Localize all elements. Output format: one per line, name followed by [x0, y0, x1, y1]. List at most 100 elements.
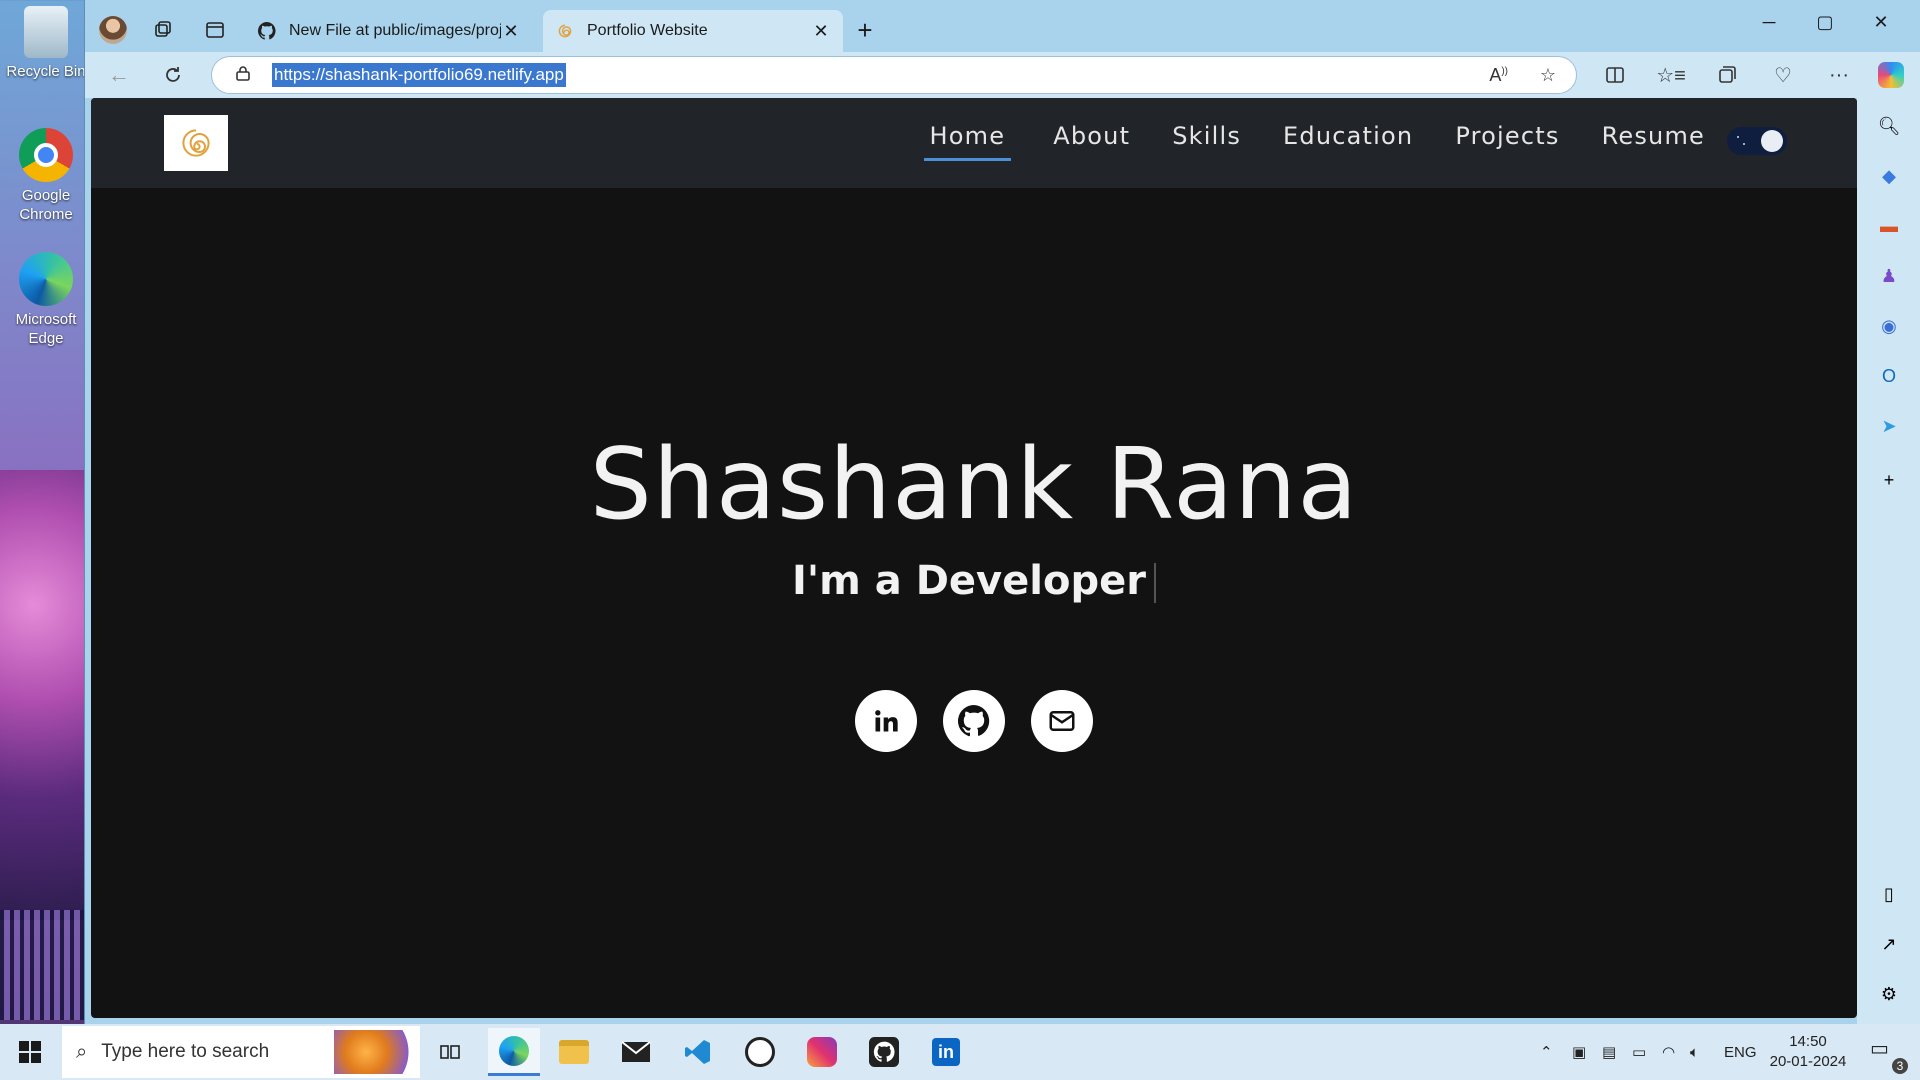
workspaces-icon[interactable] — [147, 14, 179, 46]
taskbar-linkedin[interactable]: in — [920, 1028, 972, 1076]
nav-links: Home About Skills Education Projects Res… — [882, 122, 1705, 161]
shopping-tag-icon[interactable]: ◆ — [1873, 160, 1905, 192]
title-bar: New File at public/images/projec ✕ Portf… — [85, 0, 1920, 60]
address-toolbar: ← https://shashank-portfolio69.netlify.a… — [85, 52, 1920, 98]
volume-icon[interactable]: 🔈︎ — [1690, 1024, 1699, 1080]
wifi-icon[interactable]: ◠ — [1662, 1024, 1675, 1080]
favorites-icon[interactable]: ☆≡ — [1655, 60, 1687, 90]
browser-window: New File at public/images/projec ✕ Portf… — [84, 0, 1920, 1024]
wallpaper-fence — [0, 910, 84, 1020]
clock-time: 14:50 — [1789, 1033, 1827, 1050]
taskbar-search[interactable]: ⌕ Type here to search — [62, 1026, 420, 1078]
github-icon — [958, 705, 990, 737]
taskbar-edge[interactable] — [488, 1028, 540, 1076]
task-view-icon[interactable] — [424, 1028, 476, 1076]
maximize-button[interactable]: ▢ — [1797, 8, 1853, 36]
meet-now-icon[interactable]: ▣ — [1572, 1024, 1586, 1080]
wallpaper-tree — [0, 470, 84, 920]
favorite-star-icon[interactable]: ☆ — [1540, 65, 1556, 86]
open-external-icon[interactable]: ↗ — [1873, 928, 1905, 960]
toggle-knob — [1761, 130, 1783, 152]
clock[interactable]: 14:50 20-01-2024 — [1760, 1032, 1856, 1072]
drop-icon[interactable]: ➤ — [1873, 410, 1905, 442]
read-aloud-icon[interactable]: A)) — [1489, 65, 1508, 86]
linkedin-icon: in — [932, 1038, 960, 1066]
search-icon: ⌕ — [76, 1040, 88, 1063]
site-logo-icon — [555, 21, 575, 41]
tab-portfolio[interactable]: Portfolio Website ✕ — [543, 10, 843, 52]
typing-cursor — [1153, 563, 1156, 603]
theme-toggle[interactable] — [1727, 127, 1787, 155]
search-icon[interactable]: 🔍︎ — [1873, 110, 1905, 142]
email-button[interactable] — [1031, 690, 1093, 752]
taskbar-instagram[interactable] — [796, 1028, 848, 1076]
tab-actions-icon[interactable] — [199, 14, 231, 46]
search-highlight-art — [334, 1030, 414, 1074]
games-icon[interactable]: ♟ — [1873, 260, 1905, 292]
url-text[interactable]: https://shashank-portfolio69.netlify.app — [272, 63, 566, 87]
edge-sidebar: 🔍︎ ◆ ▬ ♟ ◉ O ➤ + ▯ ↗ ⚙ — [1857, 98, 1920, 1024]
taskbar-whatsapp[interactable] — [734, 1028, 786, 1076]
start-button[interactable] — [0, 1024, 60, 1080]
taskbar-vscode[interactable] — [672, 1028, 724, 1076]
nav-skills[interactable]: Skills — [1172, 122, 1241, 161]
back-button[interactable]: ← — [103, 60, 135, 90]
toggle-star — [1743, 143, 1745, 145]
desktop-icon-recycle-bin[interactable]: Recycle Bin — [2, 6, 90, 81]
microsoft-365-icon[interactable]: ◉ — [1873, 310, 1905, 342]
notification-badge: 3 — [1892, 1058, 1908, 1074]
nav-about[interactable]: About — [1053, 122, 1130, 161]
settings-gear-icon[interactable]: ⚙ — [1873, 978, 1905, 1010]
spiral-logo-icon — [182, 129, 210, 157]
desktop-icon-label: Google Chrome — [19, 187, 73, 223]
edge-icon — [19, 252, 73, 306]
nav-projects[interactable]: Projects — [1455, 122, 1559, 161]
social-links — [91, 690, 1857, 752]
site-navbar: Home About Skills Education Projects Res… — [91, 98, 1857, 188]
nav-home[interactable]: Home — [923, 122, 1012, 161]
close-window-button[interactable]: ✕ — [1853, 8, 1909, 36]
split-screen-icon[interactable] — [1599, 60, 1631, 90]
copilot-icon[interactable] — [1875, 60, 1907, 90]
minimize-button[interactable]: ─ — [1741, 8, 1797, 36]
address-bar[interactable]: https://shashank-portfolio69.netlify.app… — [211, 56, 1577, 94]
github-icon — [869, 1037, 899, 1067]
desktop-icon-label: Recycle Bin — [6, 63, 86, 80]
battery-icon[interactable]: ▭ — [1632, 1024, 1646, 1080]
add-icon[interactable]: + — [1873, 464, 1905, 496]
close-icon[interactable]: ✕ — [811, 21, 831, 42]
language-indicator[interactable]: ENG — [1724, 1024, 1757, 1080]
outlook-icon[interactable]: O — [1873, 360, 1905, 392]
nav-resume[interactable]: Resume — [1602, 122, 1705, 161]
search-placeholder: Type here to search — [101, 1041, 270, 1062]
clock-date: 20-01-2024 — [1769, 1053, 1847, 1070]
site-logo[interactable] — [164, 115, 228, 171]
linkedin-button[interactable] — [855, 690, 917, 752]
profile-avatar[interactable] — [97, 14, 129, 46]
device-icon[interactable]: ▤ — [1602, 1024, 1616, 1080]
show-hidden-icons[interactable]: ⌃ — [1540, 1024, 1553, 1080]
instagram-icon — [807, 1037, 837, 1067]
close-icon[interactable]: ✕ — [501, 21, 521, 42]
taskbar-mail[interactable] — [610, 1028, 662, 1076]
notification-center[interactable]: ▭ 3 — [1870, 1036, 1908, 1074]
collections-icon[interactable] — [1711, 60, 1743, 90]
github-button[interactable] — [943, 690, 1005, 752]
desktop-icon-chrome[interactable]: Google Chrome — [2, 128, 90, 224]
desktop-icon-edge[interactable]: Microsoft Edge — [2, 252, 90, 348]
browser-essentials-icon[interactable]: ♡ — [1767, 60, 1799, 90]
tab-label: New File at public/images/projec — [289, 22, 501, 39]
new-tab-button[interactable]: + — [849, 14, 881, 46]
taskbar-github[interactable] — [858, 1028, 910, 1076]
tools-icon[interactable]: ▬ — [1873, 210, 1905, 242]
hero-name: Shashank Rana — [589, 428, 1359, 542]
desktop-icon-label: Microsoft Edge — [15, 311, 77, 347]
toggle-star — [1737, 136, 1739, 138]
chrome-icon — [19, 128, 73, 182]
hide-sidebar-icon[interactable]: ▯ — [1873, 878, 1905, 910]
nav-education[interactable]: Education — [1283, 122, 1413, 161]
tab-github[interactable]: New File at public/images/projec ✕ — [245, 10, 533, 52]
taskbar-file-explorer[interactable] — [548, 1028, 600, 1076]
more-menu-icon[interactable]: ··· — [1823, 60, 1855, 90]
refresh-button[interactable] — [157, 60, 189, 90]
